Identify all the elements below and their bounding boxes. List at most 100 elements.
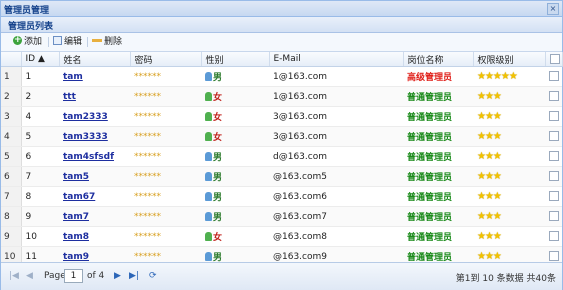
cell-id: 6 [21, 146, 59, 167]
female-user-icon [205, 132, 212, 141]
row-checkbox[interactable] [549, 251, 559, 262]
table-row[interactable]: 2 2 ttt ****** 女 1@163.com 普通管理员 ★★★ [1, 86, 562, 107]
gender-text: 男 [213, 153, 223, 163]
table-row[interactable]: 8 9 tam7 ****** 男 @163.com7 普通管理员 ★★★ [1, 206, 562, 227]
cell-role: 普通管理员 [403, 146, 473, 167]
cell-password: ****** [130, 206, 201, 227]
toolbar: 添加 编辑 删除 [1, 33, 562, 52]
name-link[interactable]: ttt [63, 92, 76, 102]
gender-text: 女 [213, 113, 223, 123]
first-page-icon[interactable]: |◀ [9, 271, 19, 281]
male-user-icon [205, 192, 212, 201]
row-checkbox[interactable] [549, 191, 559, 202]
cell-level: ★★★ [473, 146, 545, 167]
cell-select[interactable] [545, 86, 562, 107]
cell-id: 7 [21, 166, 59, 187]
name-link[interactable]: tam67 [63, 192, 95, 202]
cell-level: ★★★ [473, 86, 545, 107]
add-button[interactable]: 添加 [13, 34, 42, 48]
row-number: 9 [1, 226, 22, 247]
cell-select[interactable] [545, 186, 562, 207]
cell-id: 9 [21, 206, 59, 227]
table-row[interactable]: 5 6 tam4sfsdf ****** 男 d@163.com 普通管理员 ★★★ [1, 146, 562, 167]
name-link[interactable]: tam4sfsdf [63, 152, 114, 162]
cell-select[interactable] [545, 146, 562, 167]
column-header-password[interactable]: 密码 [130, 52, 202, 67]
male-user-icon [205, 152, 212, 161]
refresh-icon[interactable]: ⟳ [149, 271, 157, 281]
page-label: Page [44, 271, 66, 281]
cell-email: @163.com6 [269, 186, 403, 207]
cell-password: ****** [130, 186, 201, 207]
star-icon: ★★★ [477, 91, 502, 102]
last-page-icon[interactable]: ▶| [129, 271, 139, 281]
prev-page-icon[interactable]: ◀ [26, 271, 33, 281]
cell-level: ★★★★★ [473, 66, 545, 87]
cell-role: 高级管理员 [403, 66, 473, 87]
cell-name: tam [59, 66, 130, 87]
cell-level: ★★★ [473, 166, 545, 187]
cell-email: 1@163.com [269, 86, 403, 107]
row-checkbox[interactable] [549, 151, 559, 162]
name-link[interactable]: tam8 [63, 232, 89, 242]
name-link[interactable]: tam3333 [63, 132, 108, 142]
cell-email: d@163.com [269, 146, 403, 167]
cell-select[interactable] [545, 126, 562, 147]
next-page-icon[interactable]: ▶ [114, 271, 121, 281]
row-checkbox[interactable] [549, 171, 559, 182]
column-header-name[interactable]: 姓名 [59, 52, 131, 67]
cell-id: 4 [21, 106, 59, 127]
male-user-icon [205, 212, 212, 221]
table-row[interactable]: 6 7 tam5 ****** 男 @163.com5 普通管理员 ★★★ [1, 166, 562, 187]
cell-select[interactable] [545, 206, 562, 227]
column-header-level[interactable]: 权限级别 [473, 52, 546, 67]
table-row[interactable]: 9 10 tam8 ****** 女 @163.com8 普通管理员 ★★★ [1, 226, 562, 247]
star-icon: ★★★ [477, 211, 502, 222]
select-all-header[interactable] [545, 52, 563, 67]
table-row[interactable]: 7 8 tam67 ****** 男 @163.com6 普通管理员 ★★★ [1, 186, 562, 207]
name-link[interactable]: tam5 [63, 172, 89, 182]
column-header-gender[interactable]: 性别 [201, 52, 270, 67]
name-link[interactable]: tam9 [63, 252, 89, 262]
delete-button-label: 删除 [104, 37, 123, 47]
column-header-id[interactable]: ID ▲ [21, 52, 60, 67]
column-header-email[interactable]: E-Mail [269, 52, 404, 67]
cell-select[interactable] [545, 66, 562, 87]
table-row[interactable]: 4 5 tam3333 ****** 女 3@163.com 普通管理员 ★★★ [1, 126, 562, 147]
name-link[interactable]: tam7 [63, 212, 89, 222]
table-row[interactable]: 3 4 tam2333 ****** 女 3@163.com 普通管理员 ★★★ [1, 106, 562, 127]
row-checkbox[interactable] [549, 131, 559, 142]
row-checkbox[interactable] [549, 231, 559, 242]
row-number: 8 [1, 206, 22, 227]
page-number-input[interactable]: 1 [64, 269, 83, 283]
cell-gender: 女 [201, 106, 269, 127]
pagination-bar: |◀ ◀ Page 1 of 4 ▶ ▶| ⟳ 第1到 10 条数据 共40条 [1, 262, 562, 290]
row-checkbox[interactable] [549, 91, 559, 102]
name-link[interactable]: tam [63, 72, 83, 82]
cell-name: tam5 [59, 166, 130, 187]
panel-title: 管理员列表 [8, 22, 54, 32]
gender-text: 女 [213, 233, 223, 243]
cell-select[interactable] [545, 226, 562, 247]
table-header: ID ▲ 姓名 密码 性别 E-Mail 岗位名称 权限级别 [1, 52, 563, 67]
role-text: 普通管理员 [407, 153, 453, 163]
name-link[interactable]: tam2333 [63, 112, 108, 122]
cell-select[interactable] [545, 106, 562, 127]
column-header-role[interactable]: 岗位名称 [403, 52, 474, 67]
cell-name: tam3333 [59, 126, 130, 147]
row-checkbox[interactable] [549, 71, 559, 82]
role-text: 普通管理员 [407, 93, 453, 103]
star-icon: ★★★ [477, 251, 502, 262]
cell-password: ****** [130, 106, 201, 127]
cell-level: ★★★ [473, 226, 545, 247]
delete-button[interactable]: 删除 [92, 36, 122, 48]
cell-select[interactable] [545, 166, 562, 187]
select-all-checkbox[interactable] [549, 53, 560, 64]
table-row[interactable]: 1 1 tam ****** 男 1@163.com 高级管理员 ★★★★★ [1, 66, 562, 87]
gender-text: 男 [213, 193, 223, 203]
row-checkbox[interactable] [549, 111, 559, 122]
gender-text: 男 [213, 173, 223, 183]
row-checkbox[interactable] [549, 211, 559, 222]
close-icon[interactable]: × [547, 3, 559, 15]
edit-button[interactable]: 编辑 [53, 36, 82, 48]
